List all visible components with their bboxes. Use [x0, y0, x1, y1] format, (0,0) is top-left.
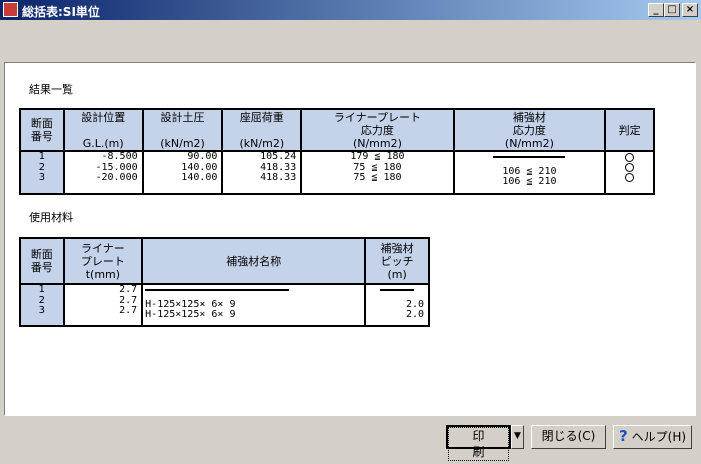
- no-pitch-dash: [380, 289, 415, 291]
- materials-name-cell: H-125×125× 6× 9 H-125×125× 6× 9: [141, 283, 367, 327]
- col-mat-pitch: 補強材 ピッチ (m): [364, 237, 430, 285]
- results-liner-cell: 179 ≦ 180 75 ≦ 180 75 ≦ 180: [300, 150, 455, 195]
- results-buckling-cell: 105.24 418.33 418.33: [221, 150, 303, 195]
- col-judgment: 判定: [604, 108, 655, 152]
- col-reinf-stress: 補強材 応力度 (N/mm2): [452, 108, 607, 152]
- col-liner-stress: ライナープレート 応力度 (N/mm2): [300, 108, 455, 152]
- materials-table: 断面 番号 ライナー プレート t(mm) 補強材名称 補強材 ピッチ (m) …: [19, 237, 430, 327]
- no-material-dash: [145, 289, 290, 291]
- results-reinf-cell: 106 ≦ 210 106 ≦ 210: [452, 150, 607, 195]
- materials-title: 使用材料: [29, 211, 73, 224]
- col-section: 断面 番号: [19, 108, 65, 152]
- print-button[interactable]: 印刷: [446, 425, 511, 461]
- col-mat-liner: ライナー プレート t(mm): [62, 237, 144, 285]
- title-bar: 総括表:SI単位 _ □ ×: [0, 0, 701, 20]
- help-button[interactable]: ? ヘルプ(H): [613, 425, 692, 449]
- minimize-button[interactable]: _: [648, 3, 664, 17]
- col-pressure: 設計土圧 (kN/m2): [141, 108, 224, 152]
- toolbar-area: [0, 20, 701, 62]
- results-no-cell: 123: [19, 150, 65, 195]
- col-buckling: 座屈荷重 (kN/m2): [221, 108, 303, 152]
- materials-liner-cell: 2.7 2.7 2.7: [62, 283, 144, 327]
- no-reinforcement-dash: [493, 156, 566, 158]
- ok-circle-icon: [625, 163, 635, 172]
- results-position-cell: -8.500 -15.000 -20.000: [62, 150, 144, 195]
- ok-circle-icon: [625, 173, 635, 182]
- close-window-button[interactable]: ×: [682, 3, 698, 17]
- col-position: 設計位置 G.L.(m): [62, 108, 144, 152]
- report-panel: 結果一覧 断面 番号 設計位置 G.L.(m) 設計土圧 (kN/m2) 座屈荷…: [4, 62, 696, 416]
- ok-circle-icon: [625, 153, 635, 162]
- results-table: 断面 番号 設計位置 G.L.(m) 設計土圧 (kN/m2) 座屈荷重 (kN…: [19, 108, 655, 195]
- maximize-button[interactable]: □: [664, 3, 680, 17]
- window-title: 総括表:SI単位: [22, 5, 100, 19]
- materials-pitch-cell: 2.0 2.0: [364, 283, 430, 327]
- materials-no-cell: 123: [19, 283, 65, 327]
- print-dropdown-button[interactable]: ▼: [511, 425, 524, 449]
- results-pressure-cell: 90.00 140.00 140.00: [141, 150, 224, 195]
- col-mat-section: 断面 番号: [19, 237, 65, 285]
- close-button[interactable]: 閉じる(C): [531, 425, 606, 449]
- help-icon: ?: [618, 427, 628, 445]
- col-mat-name: 補強材名称: [141, 237, 367, 285]
- results-judgment-cell: [604, 150, 655, 195]
- app-icon: [3, 2, 18, 17]
- results-title: 結果一覧: [29, 83, 73, 96]
